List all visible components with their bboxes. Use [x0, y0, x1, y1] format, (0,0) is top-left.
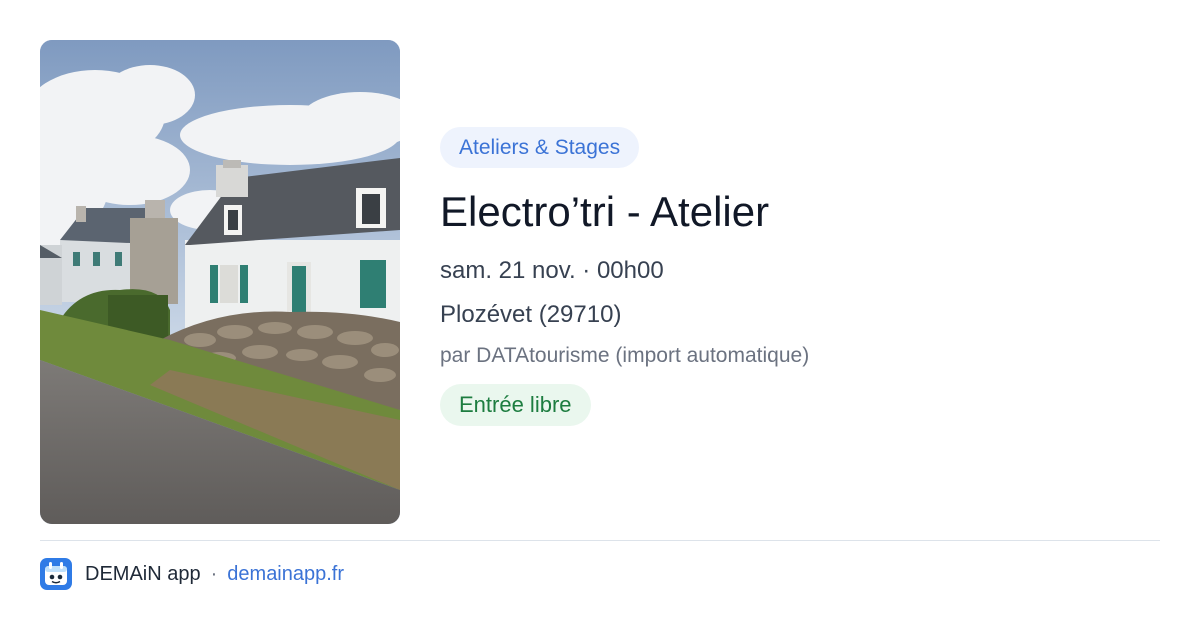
- footer: DEMAiN app · demainapp.fr: [40, 558, 344, 590]
- category-badge[interactable]: Ateliers & Stages: [440, 127, 640, 168]
- event-location: Plozévet (29710): [440, 301, 622, 328]
- price-badge: Entrée libre: [440, 384, 591, 426]
- event-info: Ateliers & Stages Electro’tri - Atelier …: [440, 127, 1160, 426]
- event-datetime: sam. 21 nov. · 00h00: [440, 257, 664, 284]
- event-author: par DATAtourisme (import automatique): [440, 344, 810, 367]
- event-image: [40, 40, 400, 524]
- footer-separator: ·: [210, 562, 218, 585]
- site-link[interactable]: demainapp.fr: [227, 563, 344, 586]
- event-photo: [40, 40, 400, 524]
- demain-app-icon: [40, 558, 72, 590]
- app-name: DEMAiN app: [85, 562, 201, 585]
- footer-divider: [40, 540, 1160, 541]
- event-title: Electro’tri - Atelier: [440, 188, 770, 235]
